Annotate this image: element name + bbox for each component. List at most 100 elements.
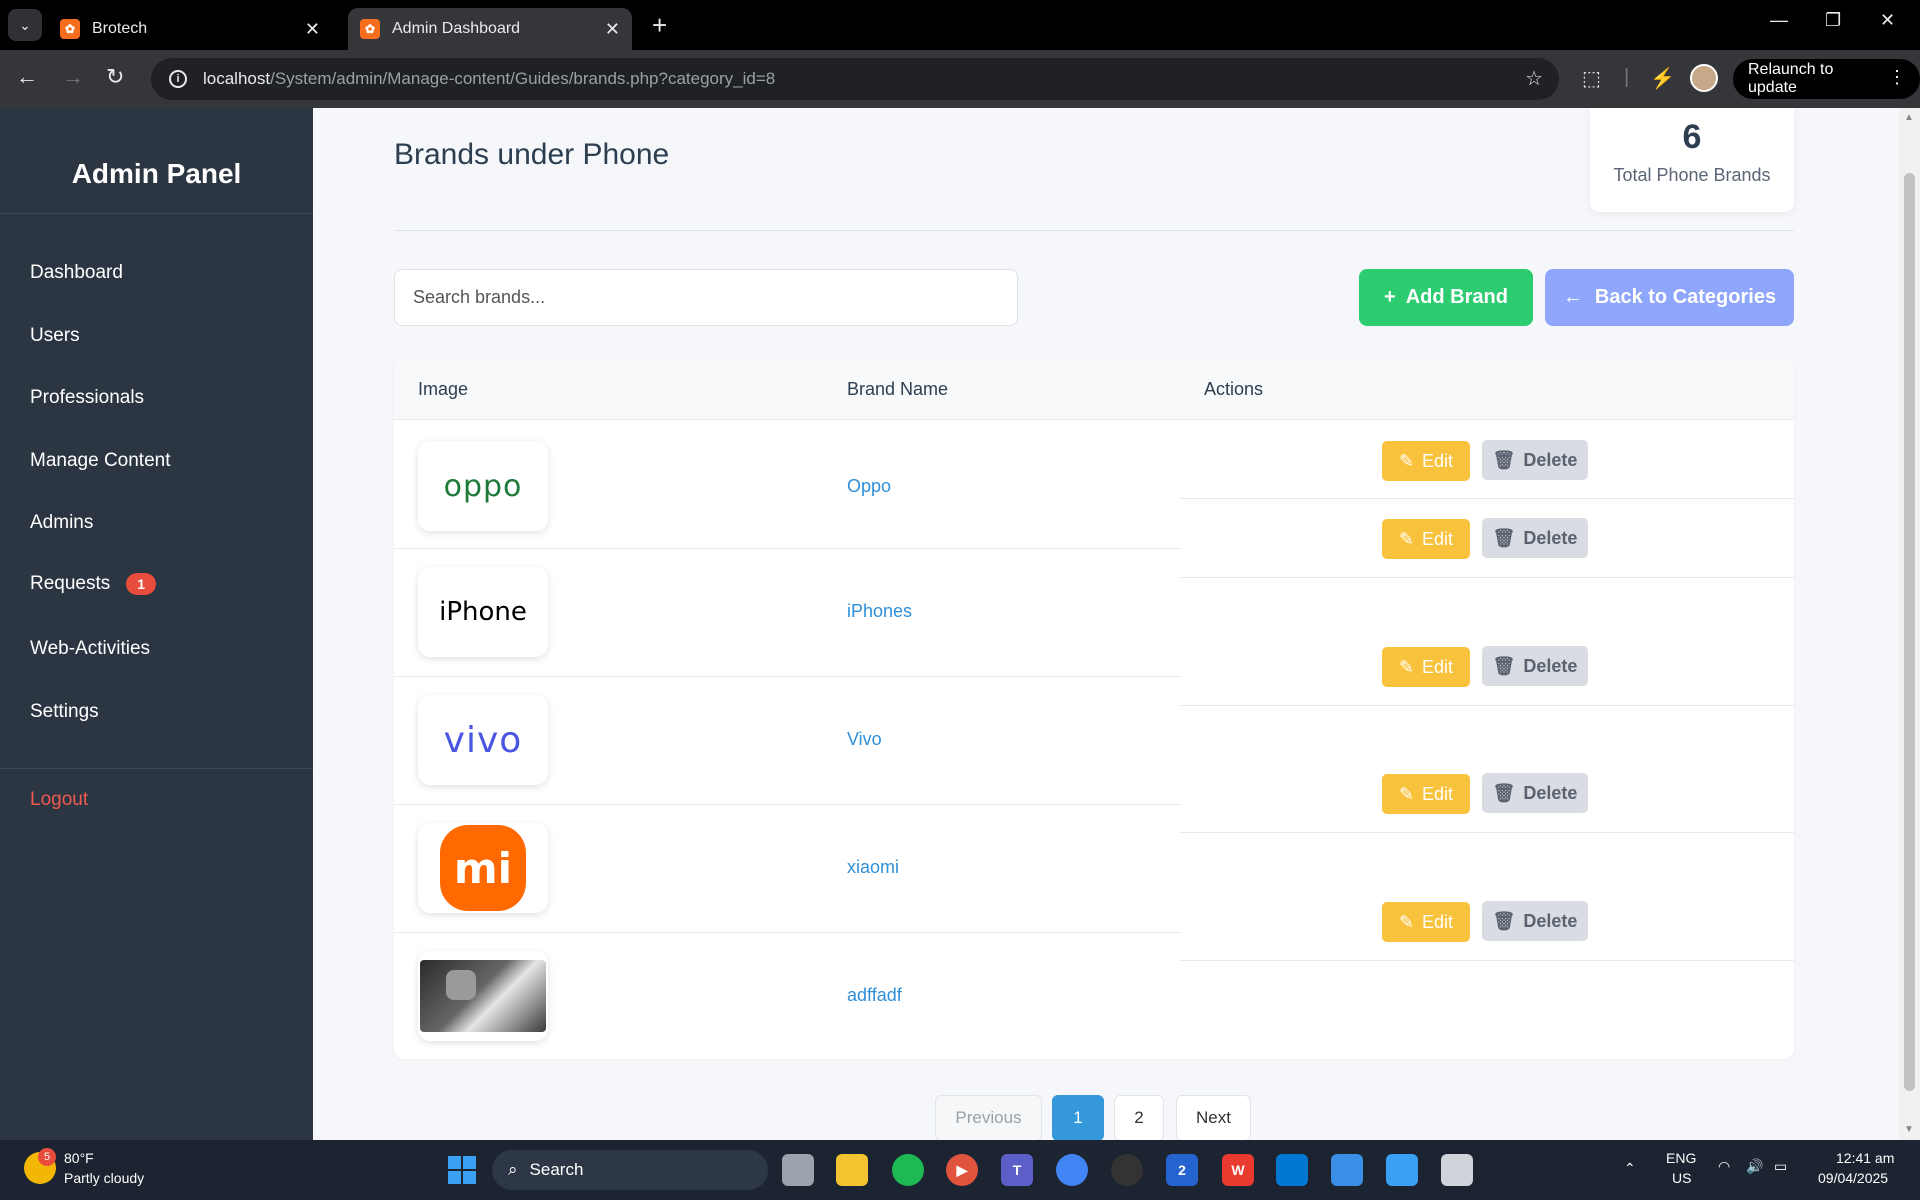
performance-icon[interactable]: ⚡: [1650, 66, 1675, 91]
task-view-icon[interactable]: [782, 1154, 814, 1186]
forward-arrow-icon[interactable]: →: [62, 64, 84, 90]
requests-count-badge: 1: [126, 573, 157, 595]
pagination-page-1[interactable]: 1: [1052, 1095, 1104, 1140]
sidebar-item-dashboard[interactable]: Dashboard: [30, 262, 123, 284]
chrome-icon[interactable]: [1056, 1154, 1088, 1186]
scroll-up-icon[interactable]: ▲: [1904, 112, 1914, 123]
media-player-icon[interactable]: ▶: [946, 1154, 978, 1186]
edit-button[interactable]: ✎ Edit: [1382, 774, 1470, 814]
sidebar-item-professionals[interactable]: Professionals: [30, 387, 144, 409]
sidebar-item-label: Settings: [30, 701, 99, 722]
wps-office-icon[interactable]: W: [1222, 1154, 1254, 1186]
url-bar[interactable]: i localhost/System/admin/Manage-content/…: [151, 58, 1559, 100]
tab-admin-dashboard[interactable]: ✿ Admin Dashboard ✕: [348, 8, 632, 50]
reload-icon[interactable]: ↻: [106, 64, 124, 90]
brand-name-link[interactable]: iPhones: [847, 601, 912, 622]
column-header-image: Image: [418, 379, 469, 399]
logout-link[interactable]: Logout: [30, 789, 88, 811]
profile-avatar[interactable]: [1690, 64, 1718, 92]
weather-temperature[interactable]: 80°F: [64, 1150, 94, 1166]
notepad-icon[interactable]: [1331, 1154, 1363, 1186]
edit-button[interactable]: ✎ Edit: [1382, 902, 1470, 942]
restore-icon[interactable]: ❐: [1825, 10, 1841, 31]
volume-icon[interactable]: 🔊: [1746, 1158, 1763, 1175]
clock-time[interactable]: 12:41 am: [1836, 1150, 1894, 1166]
arrow-left-icon: ←: [1562, 286, 1583, 308]
search-brands-input[interactable]: [394, 269, 1018, 326]
edit-label: Edit: [1422, 528, 1454, 549]
sidebar-item-users[interactable]: Users: [30, 325, 80, 347]
new-tab-icon[interactable]: +: [652, 10, 667, 41]
edit-icon: ✎: [1398, 911, 1415, 932]
delete-label: Delete: [1523, 527, 1578, 548]
table-row: oppo Oppo: [394, 421, 1180, 549]
pagination-page-2[interactable]: 2: [1114, 1095, 1164, 1140]
sidebar-item-manage-content[interactable]: Manage Content: [30, 450, 171, 472]
back-to-categories-button[interactable]: ← Back to Categories: [1545, 269, 1794, 326]
brand-name-link[interactable]: xiaomi: [847, 857, 899, 878]
sidebar-item-requests[interactable]: Requests 1: [30, 573, 157, 595]
delete-button[interactable]: 🗑 Delete: [1482, 646, 1588, 686]
sidebar-item-settings[interactable]: Settings: [30, 701, 99, 723]
page-scrollbar[interactable]: ▲ ▼: [1899, 108, 1920, 1140]
taskbar-search[interactable]: ⌕ Search: [492, 1150, 768, 1190]
weather-description[interactable]: Partly cloudy: [64, 1170, 144, 1186]
bookmark-star-icon[interactable]: ☆: [1525, 66, 1543, 91]
clock-date[interactable]: 09/04/2025: [1818, 1170, 1888, 1186]
xampp-favicon-icon: ✿: [360, 19, 380, 39]
row-actions: ✎ Edit 🗑 Delete: [1180, 626, 1794, 706]
vscode-icon[interactable]: [1276, 1154, 1308, 1186]
delete-button[interactable]: 🗑 Delete: [1482, 901, 1588, 941]
more-menu-icon[interactable]: ⋮: [1888, 67, 1906, 88]
delete-button[interactable]: 🗑 Delete: [1482, 518, 1588, 558]
edit-button[interactable]: ✎ Edit: [1382, 647, 1470, 687]
site-info-icon[interactable]: i: [169, 70, 187, 88]
scroll-down-icon[interactable]: ▼: [1904, 1124, 1914, 1135]
search-icon: ⌕: [508, 1160, 518, 1179]
edit-button[interactable]: ✎ Edit: [1382, 441, 1470, 481]
minimize-icon[interactable]: —: [1770, 10, 1788, 31]
brand-image: mi: [418, 823, 548, 913]
sidebar-item-label: Web-Activities: [30, 638, 151, 659]
trash-icon: 🗑: [1492, 910, 1516, 931]
back-arrow-icon[interactable]: ←: [16, 64, 38, 90]
hidden-icons-chevron-icon[interactable]: ⌃: [1624, 1160, 1636, 1177]
delete-button[interactable]: 🗑 Delete: [1482, 440, 1588, 480]
add-brand-label: Add Brand: [1405, 286, 1508, 308]
sidebar-item-admins[interactable]: Admins: [30, 512, 93, 534]
trash-icon: 🗑: [1492, 782, 1516, 803]
scrollbar-thumb[interactable]: [1904, 173, 1915, 1091]
edit-button[interactable]: ✎ Edit: [1382, 519, 1470, 559]
delete-button[interactable]: 🗑 Delete: [1482, 773, 1588, 813]
photos-icon[interactable]: [1386, 1154, 1418, 1186]
relaunch-to-update-button[interactable]: Relaunch to update ⋮: [1733, 59, 1920, 99]
edit-label: Edit: [1422, 450, 1454, 471]
file-explorer-icon[interactable]: [836, 1154, 868, 1186]
app-icon[interactable]: [1111, 1154, 1143, 1186]
close-tab-icon[interactable]: ✕: [605, 19, 620, 40]
sidebar-item-web-activities[interactable]: Web-Activities: [30, 638, 150, 660]
close-tab-icon[interactable]: ✕: [305, 19, 320, 40]
teams-icon[interactable]: T: [1001, 1154, 1033, 1186]
close-window-icon[interactable]: ✕: [1880, 10, 1895, 31]
brand-name-link[interactable]: adffadf: [847, 985, 902, 1006]
pagination-next[interactable]: Next: [1176, 1095, 1251, 1140]
language-top[interactable]: ENG: [1666, 1150, 1696, 1166]
brand-name-link[interactable]: Vivo: [847, 729, 882, 750]
wifi-icon[interactable]: ◠: [1718, 1158, 1730, 1175]
extensions-icon[interactable]: ⬚: [1582, 66, 1601, 91]
todo-icon[interactable]: 2: [1166, 1154, 1198, 1186]
snipping-tool-icon[interactable]: [1441, 1154, 1473, 1186]
pagination-previous[interactable]: Previous: [935, 1095, 1042, 1140]
add-brand-button[interactable]: + Add Brand: [1359, 269, 1533, 326]
tab-brotech[interactable]: ✿ Brotech ✕: [48, 8, 332, 50]
trash-icon: 🗑: [1492, 449, 1516, 470]
battery-icon[interactable]: ▭: [1774, 1158, 1787, 1175]
brand-image: vivo: [418, 695, 548, 785]
brand-name-link[interactable]: Oppo: [847, 476, 891, 497]
tab-search-button[interactable]: ⌄: [8, 9, 42, 41]
xiaomi-logo: mi: [440, 825, 526, 911]
language-bottom[interactable]: US: [1672, 1170, 1691, 1186]
spotify-icon[interactable]: [892, 1154, 924, 1186]
windows-start-icon[interactable]: [448, 1156, 476, 1184]
